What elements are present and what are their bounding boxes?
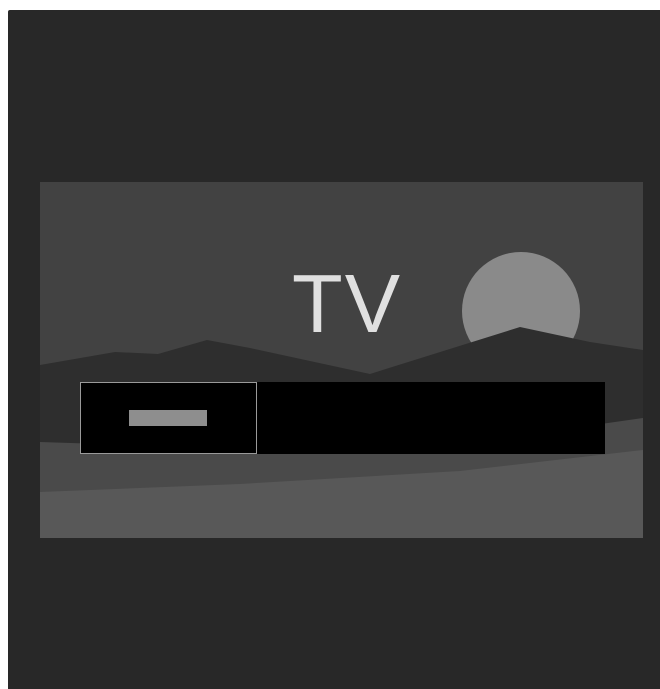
tile-indicator <box>129 410 207 426</box>
tv-label: TV <box>292 257 403 350</box>
tv-illustration: TV <box>40 182 643 538</box>
tv-frame: TV <box>8 10 660 689</box>
launcher-tile-selected[interactable] <box>80 382 257 454</box>
landscape-scene <box>40 252 643 538</box>
launcher-bar <box>80 382 605 454</box>
